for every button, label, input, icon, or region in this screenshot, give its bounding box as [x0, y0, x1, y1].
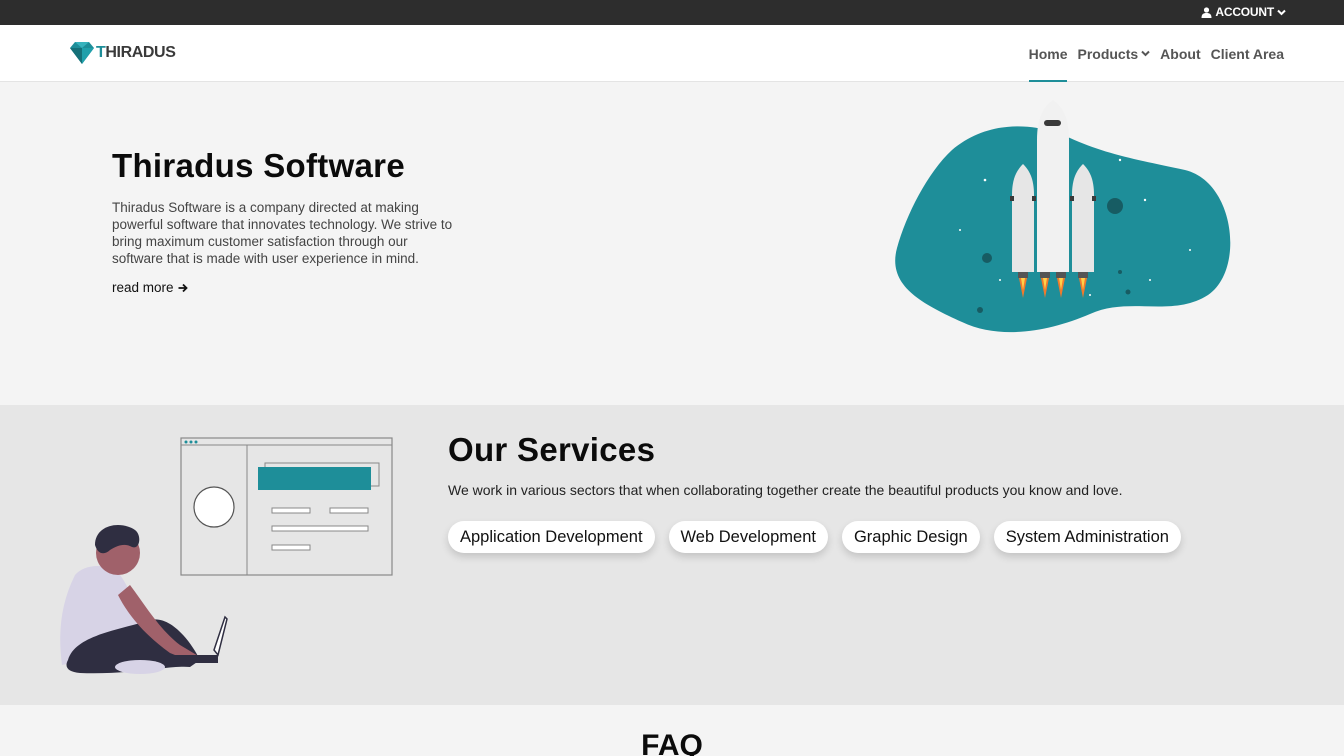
service-pill-web-development[interactable]: Web Development [668, 521, 828, 553]
chevron-down-icon [1141, 50, 1150, 57]
brand-logo[interactable]: THIRADUS [70, 42, 176, 64]
nav-item-about[interactable]: About [1160, 25, 1200, 82]
hero-description: Thiradus Software is a company directed … [112, 200, 453, 266]
services-title: Our Services [448, 431, 656, 468]
person-laptop-illustration [60, 437, 393, 674]
top-bar: ACCOUNT [0, 0, 1344, 25]
faq-title: FAQ [641, 729, 703, 756]
read-more-label: read more [112, 280, 174, 295]
nav-products-label: Products [1077, 45, 1139, 62]
arrow-right-icon [178, 283, 188, 292]
diamond-logo-icon [70, 42, 94, 64]
faq-section: FAQ [0, 705, 1344, 756]
hero-title: Thiradus Software [112, 147, 405, 184]
services-section: Our Services We work in various sectors … [0, 405, 1344, 705]
main-navbar: THIRADUS Home Products About Client Area [0, 25, 1344, 82]
nav-item-products[interactable]: Products [1077, 25, 1150, 82]
services-description: We work in various sectors that when col… [448, 482, 1123, 498]
nav-client-area-label: Client Area [1210, 45, 1284, 62]
nav-item-home[interactable]: Home [1028, 25, 1068, 82]
nav-about-label: About [1160, 45, 1201, 62]
hero-section: Thiradus Software Thiradus Software is a… [0, 82, 1344, 405]
service-pills: Application Development Web Development … [448, 521, 1181, 553]
user-icon [1201, 6, 1212, 18]
nav-home-label: Home [1028, 45, 1068, 62]
read-more-link[interactable]: read more [112, 280, 188, 295]
brand-name-rest: HIRADUS [105, 44, 176, 61]
account-label: ACCOUNT [1215, 5, 1274, 19]
nav-item-client-area[interactable]: Client Area [1211, 25, 1284, 82]
rocket-launch-illustration [895, 100, 1231, 333]
nav-menu: Home Products About Client Area [1028, 25, 1284, 82]
account-menu[interactable]: ACCOUNT [1201, 5, 1286, 19]
service-pill-application-development[interactable]: Application Development [448, 521, 655, 553]
service-pill-system-administration[interactable]: System Administration [993, 521, 1181, 553]
chevron-down-icon [1277, 9, 1286, 15]
service-pill-graphic-design[interactable]: Graphic Design [841, 521, 980, 553]
brand-name: THIRADUS [96, 44, 176, 62]
brand-name-first: T [96, 44, 106, 61]
